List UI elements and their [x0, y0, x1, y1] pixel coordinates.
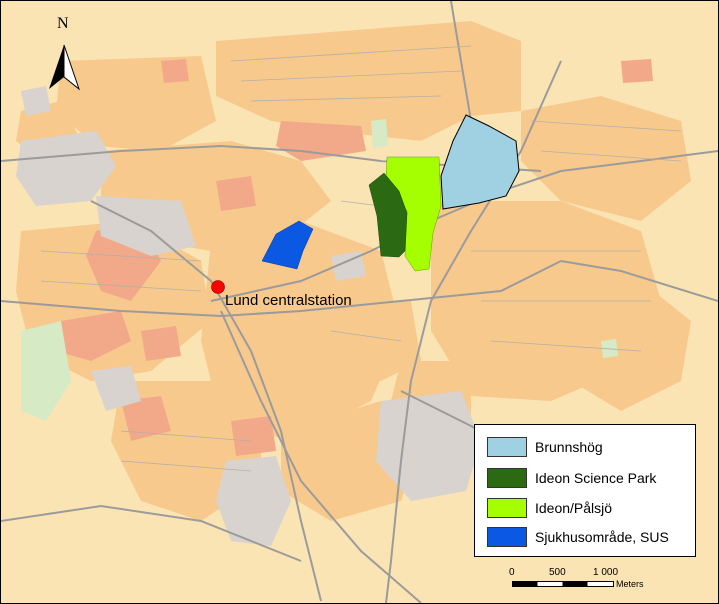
- legend-swatch: [487, 497, 527, 518]
- legend-label: Ideon/Pålsjö: [535, 499, 613, 516]
- scale-unit: Meters: [616, 579, 644, 589]
- legend-item-brunnshog: Brunnshög: [487, 435, 603, 458]
- legend-item-ideon-science-park: Ideon Science Park: [487, 466, 656, 489]
- scale-tick-0: 0: [509, 567, 515, 578]
- map-legend: Brunnshög Ideon Science Park Ideon/Pålsj…: [474, 424, 696, 557]
- legend-item-sjukhusomrade: Sjukhusområde, SUS: [487, 525, 669, 548]
- north-label: N: [57, 15, 69, 32]
- scale-bar: 0 500 1 000 Meters: [504, 567, 664, 595]
- map-frame: N Lund centralstation Brunnshög Ideon Sc…: [0, 0, 719, 604]
- legend-item-ideon-palsjo: Ideon/Pålsjö: [487, 496, 612, 519]
- legend-label: Ideon Science Park: [535, 469, 657, 486]
- scale-bar-graphic: [512, 581, 614, 587]
- legend-swatch: [487, 467, 527, 488]
- station-marker[interactable]: [211, 280, 225, 294]
- legend-label: Sjukhusområde, SUS: [535, 528, 669, 545]
- scale-tick-1000: 1 000: [593, 567, 619, 578]
- legend-swatch: [487, 436, 527, 457]
- legend-swatch: [487, 526, 527, 547]
- scale-tick-500: 500: [549, 567, 566, 578]
- station-label: Lund centralstation: [225, 292, 352, 309]
- legend-label: Brunnshög: [535, 438, 603, 455]
